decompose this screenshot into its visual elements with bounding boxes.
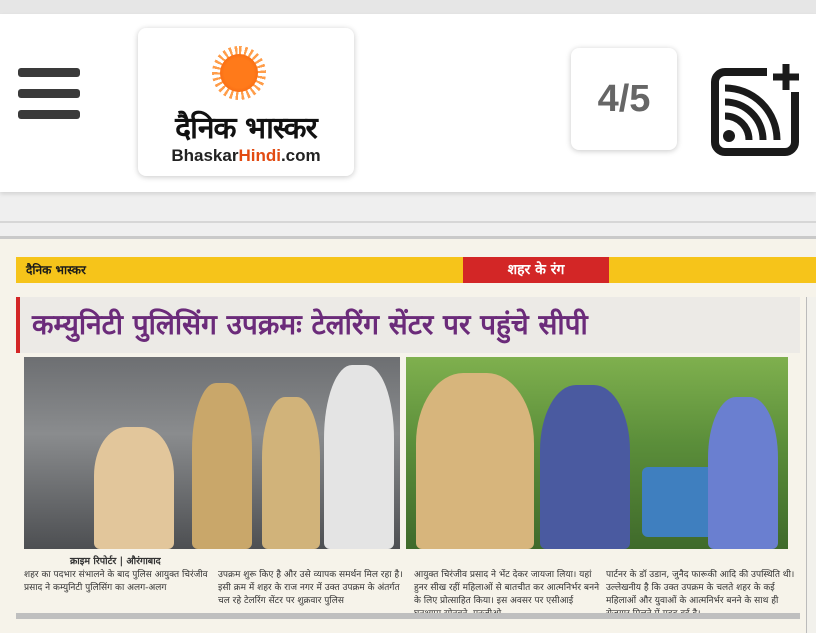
logo-name: दैनिक भास्कर [175,111,318,146]
band-section: शहर के रंग [463,257,609,283]
divider [0,221,816,223]
reporter-byline: क्राइम रिपोर्टर | औरंगाबाद [70,556,161,567]
site-logo[interactable]: दैनिक भास्कर BhaskarHindi.com [138,28,354,176]
sun-icon [220,54,258,92]
article-column: आयुक्त चिरंजीव प्रसाद ने भेंट देकर जायजा… [414,570,600,613]
headline-box: कम्युनिटी पुलिसिंग उपक्रमः टेलरिंग सेंटर… [16,297,800,353]
article-column: शहर का पदभार संभालने के बाद पुलिस आयुक्त… [24,570,208,593]
photo-commissioner-visit [406,357,788,549]
headline: कम्युनिटी पुलिसिंग उपक्रमः टेलरिंग सेंटर… [32,308,588,341]
top-status-strip [0,0,816,14]
band-brand: दैनिक भास्कर [26,263,86,277]
app-header: दैनिक भास्कर BhaskarHindi.com 4/5 [0,14,816,192]
article-column: उपक्रम शुरू किए है और उसे व्यापक समर्थन … [218,570,403,606]
rss-add-icon[interactable] [711,62,805,156]
article-column: पार्टनर के डॉ उडान, जुनैद फारूकी आदि की … [606,570,795,613]
photo-tailoring-centre [24,357,400,549]
logo-domain: BhaskarHindi.com [171,146,321,165]
page-counter[interactable]: 4/5 [571,48,677,150]
next-article-edge [806,297,816,633]
hamburger-menu-icon[interactable] [18,68,80,120]
bottom-strip [16,613,800,619]
paper-band: दैनिक भास्कर शहर के रंग [16,257,816,283]
newspaper-clipping[interactable]: दैनिक भास्कर शहर के रंग कम्युनिटी पुलिसि… [0,236,816,633]
